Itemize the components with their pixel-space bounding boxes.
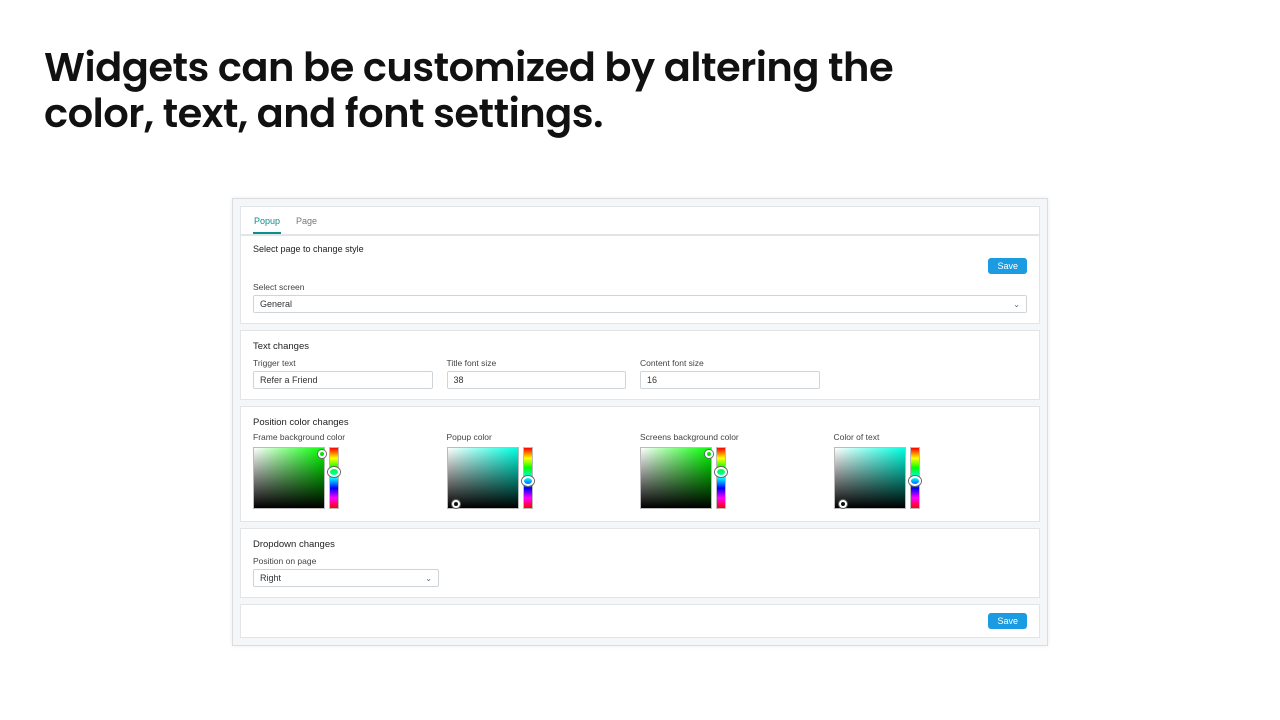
screens-background-color-picker-sv[interactable] <box>640 447 712 509</box>
screens-background-color-picker-hue[interactable] <box>716 447 726 509</box>
frame-background-color-picker-hue-handle[interactable] <box>328 467 340 477</box>
bottom-save-card: Save <box>240 604 1040 638</box>
popup-color-picker-sv[interactable] <box>447 447 519 509</box>
frame-background-color-picker-sv-handle[interactable] <box>318 450 326 458</box>
frame-background-color-picker-sv[interactable] <box>253 447 325 509</box>
text-color-picker-sv-handle[interactable] <box>839 500 847 508</box>
title-font-label: Title font size <box>447 358 627 368</box>
chevron-down-icon: ⌄ <box>425 574 432 583</box>
select-screen-label: Select screen <box>253 282 1027 292</box>
tab-page[interactable]: Page <box>295 213 318 234</box>
tab-bar: Popup Page <box>241 207 1039 235</box>
trigger-text-input[interactable] <box>253 371 433 389</box>
select-page-title: Select page to change style <box>253 244 364 254</box>
screens-background-color-picker-label: Screens background color <box>640 432 834 442</box>
frame-background-color-picker-label: Frame background color <box>253 432 447 442</box>
text-color-picker-sv[interactable] <box>834 447 906 509</box>
select-page-card: Select page to change style Save Select … <box>240 235 1040 324</box>
popup-color-picker-hue[interactable] <box>523 447 533 509</box>
text-color-picker-label: Color of text <box>834 432 1028 442</box>
save-button-top[interactable]: Save <box>988 258 1027 274</box>
title-font-input[interactable] <box>447 371 627 389</box>
screens-background-color-picker: Screens background color <box>640 432 834 509</box>
select-screen-dropdown[interactable]: General ⌄ <box>253 295 1027 313</box>
position-on-page-dropdown[interactable]: Right ⌄ <box>253 569 439 587</box>
dropdown-changes-title: Dropdown changes <box>241 529 1039 550</box>
page-headline: Widgets can be customized by altering th… <box>44 44 1000 136</box>
select-screen-value: General <box>260 299 292 309</box>
text-color-picker-hue-handle[interactable] <box>909 476 921 486</box>
content-font-input[interactable] <box>640 371 820 389</box>
popup-color-picker-hue-handle[interactable] <box>522 476 534 486</box>
save-button-bottom[interactable]: Save <box>988 613 1027 629</box>
popup-color-picker-label: Popup color <box>447 432 641 442</box>
dropdown-changes-card: Dropdown changes Position on page Right … <box>240 528 1040 598</box>
position-color-title: Position color changes <box>241 407 1039 428</box>
text-changes-card: Text changes Trigger text Title font siz… <box>240 330 1040 400</box>
content-font-label: Content font size <box>640 358 820 368</box>
tabs-card: Popup Page <box>240 206 1040 235</box>
settings-panel: Popup Page Select page to change style S… <box>232 198 1048 646</box>
frame-background-color-picker: Frame background color <box>253 432 447 509</box>
screens-background-color-picker-hue-handle[interactable] <box>715 467 727 477</box>
position-on-page-value: Right <box>260 573 281 583</box>
text-changes-title: Text changes <box>241 331 1039 352</box>
position-on-page-label: Position on page <box>253 556 439 566</box>
color-changes-card: Position color changes Frame background … <box>240 406 1040 522</box>
screens-background-color-picker-sv-handle[interactable] <box>705 450 713 458</box>
text-color-picker-hue[interactable] <box>910 447 920 509</box>
popup-color-picker: Popup color <box>447 432 641 509</box>
text-color-picker: Color of text <box>834 432 1028 509</box>
chevron-down-icon: ⌄ <box>1013 300 1020 309</box>
popup-color-picker-sv-handle[interactable] <box>452 500 460 508</box>
frame-background-color-picker-hue[interactable] <box>329 447 339 509</box>
tab-popup[interactable]: Popup <box>253 213 281 234</box>
trigger-text-label: Trigger text <box>253 358 433 368</box>
